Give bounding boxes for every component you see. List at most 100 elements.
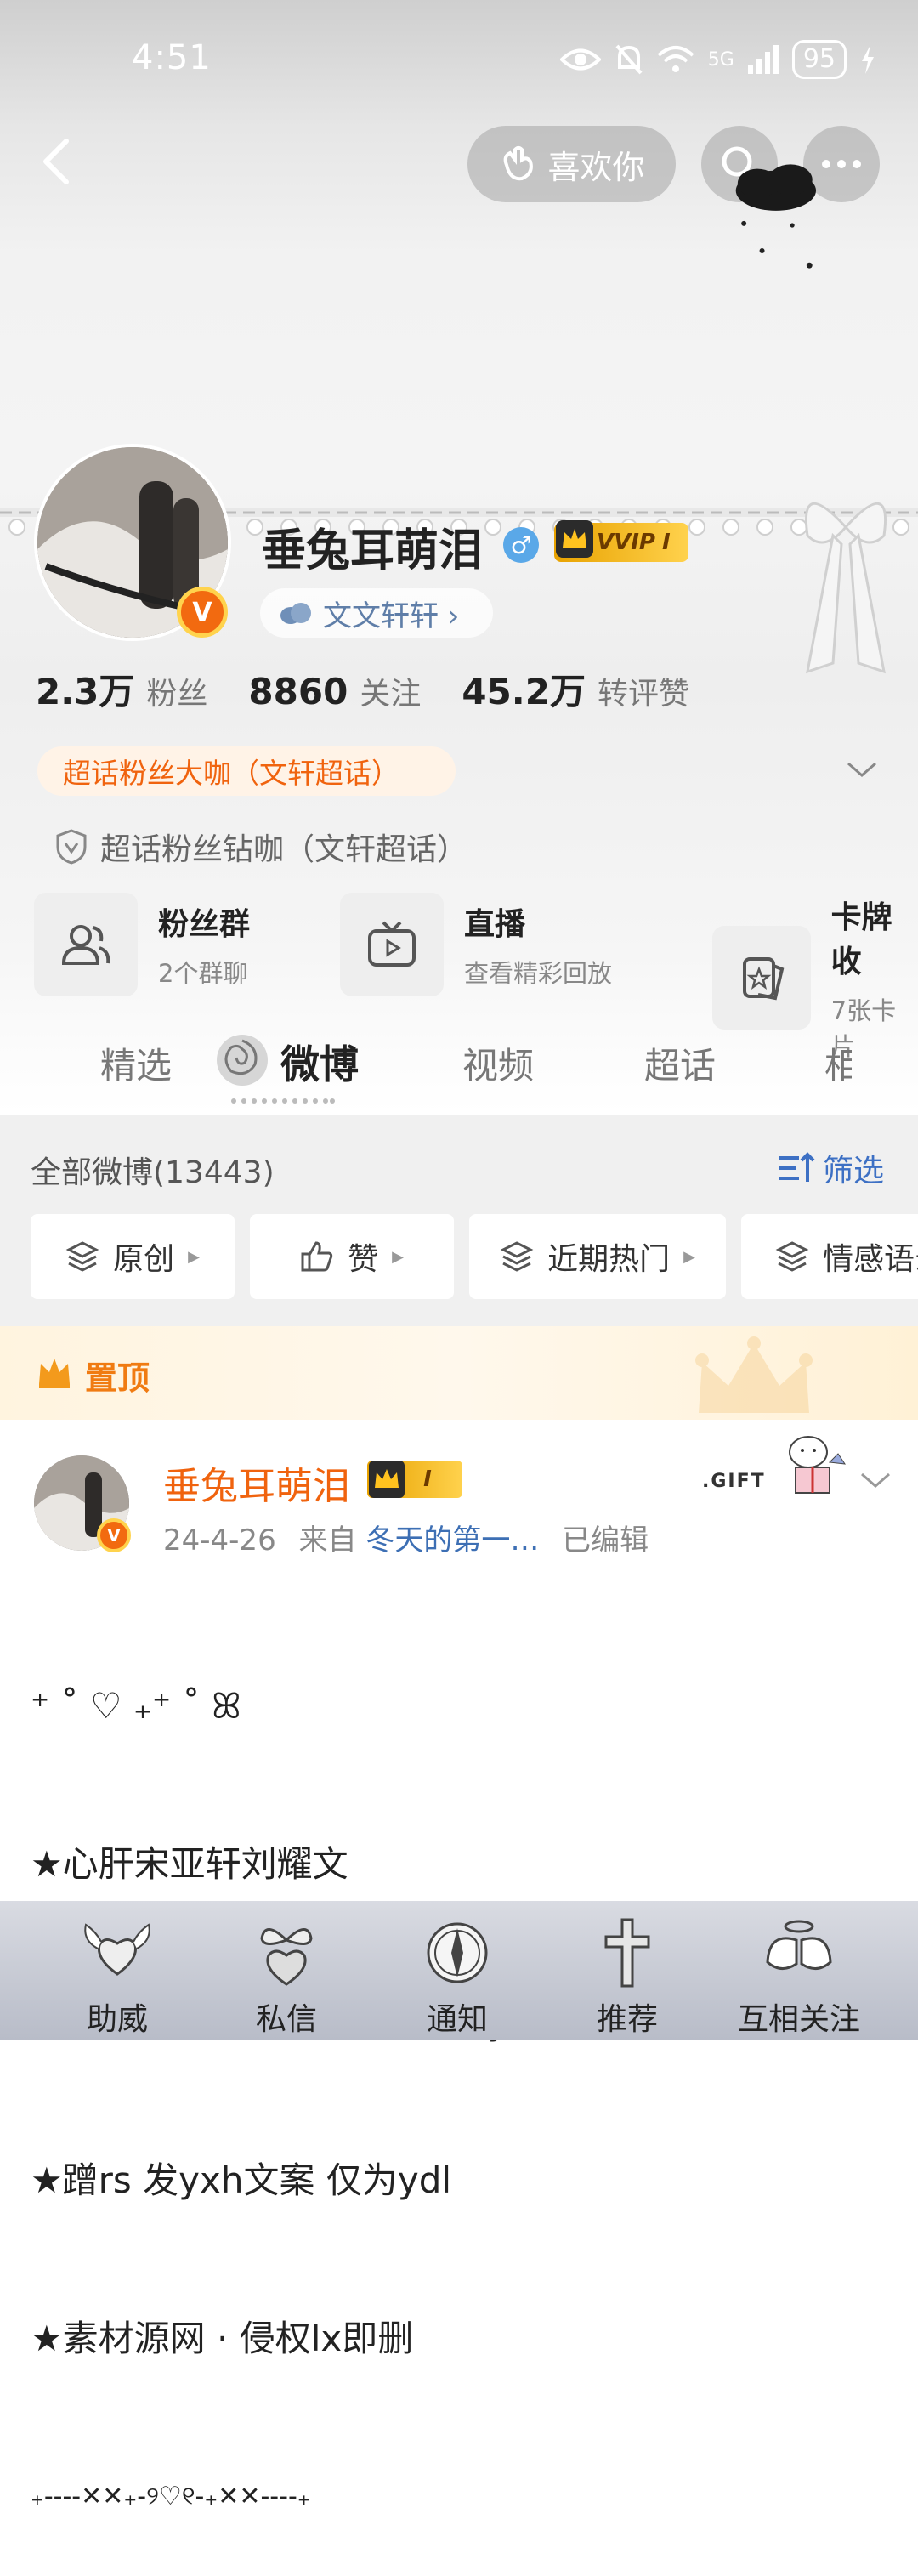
- feature-card-subtitle: 2个群聊: [158, 959, 248, 988]
- bow-heart-icon: [260, 1928, 313, 1986]
- layers-icon: [775, 1241, 809, 1272]
- layers-icon: [65, 1241, 99, 1272]
- nav-label: 私信: [255, 2002, 317, 2037]
- verified-badge: V: [177, 587, 228, 638]
- pinned-label: 置顶: [85, 1359, 150, 1397]
- stat-label: 粉丝: [146, 677, 208, 712]
- nav-messages[interactable]: 私信: [218, 1901, 354, 2040]
- post-meta: 24-4-26 来自 冬天的第一… 已编辑: [163, 1517, 649, 1558]
- tab-featured[interactable]: 精选: [100, 1037, 172, 1089]
- angel-wings-icon: [766, 1920, 832, 1970]
- cross-icon: [604, 1918, 650, 1988]
- status-time: 4:51: [132, 38, 212, 77]
- chip-arrow-icon: ▶: [392, 1247, 404, 1266]
- mute-bell-icon: [615, 44, 643, 75]
- post-source-link[interactable]: 冬天的第一…: [366, 1523, 539, 1558]
- tab-album[interactable]: 相: [824, 1037, 852, 1089]
- crown-icon: [39, 1359, 70, 1388]
- heart-wings-icon: [84, 1923, 150, 1976]
- supertopic-fan-tag[interactable]: 超话粉丝大咖（文轩超话）: [37, 746, 456, 796]
- like-you-button[interactable]: 喜欢你: [468, 126, 676, 202]
- filter-chip-liked[interactable]: 赞 ▶: [250, 1214, 454, 1299]
- profile-stats: 2.3万 粉丝 8860 关注 45.2万 转评赞: [36, 663, 730, 715]
- gift-decoration[interactable]: .GIFT: [702, 1428, 855, 1505]
- stat-following[interactable]: 8860 关注: [248, 669, 421, 713]
- filter-chip-label: 原创: [113, 1242, 175, 1277]
- post-source-prefix: 来自: [298, 1523, 357, 1558]
- nav-label: 推荐: [596, 2002, 658, 2037]
- filter-chip-trending[interactable]: 近期热门 ▶: [469, 1214, 726, 1299]
- feature-cards: 粉丝群 2个群聊 直播 查看精彩回放 卡牌收 7张卡片: [34, 893, 918, 1061]
- post-author-name[interactable]: 垂兔耳萌泪: [163, 1455, 350, 1510]
- chip-arrow-icon: ▶: [188, 1247, 200, 1266]
- post-date: 24-4-26: [163, 1523, 276, 1558]
- crown-watermark-icon: [695, 1336, 813, 1413]
- post-line: ★心肝宋亚轩刘耀文: [31, 1843, 348, 1885]
- gift-label: .GIFT: [702, 1471, 766, 1492]
- vvip-label: VVIP: [597, 530, 655, 555]
- battery-indicator: 95: [791, 40, 847, 79]
- profile-username: 垂兔耳萌泪: [262, 525, 484, 576]
- filter-chip-label: 情感语录: [823, 1242, 918, 1277]
- cloud-icon: [280, 603, 311, 624]
- feature-card-live[interactable]: 直播 查看精彩回放: [340, 893, 612, 996]
- stat-followers[interactable]: 2.3万 粉丝: [36, 663, 207, 715]
- nav-label: 助威: [86, 2002, 148, 2037]
- filter-button[interactable]: 筛选: [777, 1146, 884, 1190]
- post-line: ★素材源网 · 侵权lx即删: [31, 2318, 414, 2359]
- vvip-level: I: [661, 530, 671, 555]
- filter-chip-quotes[interactable]: 情感语录: [741, 1214, 918, 1299]
- fan-club-chip[interactable]: 文文轩轩 ›: [260, 588, 493, 638]
- chevron-down-icon[interactable]: [858, 1467, 892, 1493]
- fan-club-label: 文文轩轩 ›: [323, 599, 460, 633]
- stat-value: 45.2万: [462, 671, 586, 712]
- nav-mutual-follow[interactable]: 互相关注: [731, 1901, 867, 2040]
- people-icon: [34, 893, 138, 996]
- stat-likes[interactable]: 45.2万 转评赞: [462, 663, 689, 715]
- supertopic-diamond-label: 超话粉丝钻咖（文轩超话）: [100, 832, 468, 867]
- nav-recommend[interactable]: 推荐: [559, 1901, 695, 2040]
- post-line: ⁺ ˚ ♡ ₊⁺ ˚ ꕤ: [31, 1685, 241, 1727]
- profile-tabs: 精选 微博 视频 超话 相: [0, 1020, 918, 1114]
- feature-card-title: 卡牌收: [830, 900, 892, 979]
- status-icons: 5G 95: [559, 34, 876, 85]
- back-button[interactable]: [32, 136, 83, 187]
- chevron-down-icon[interactable]: [845, 757, 879, 782]
- card-icon: [712, 926, 811, 1030]
- shield-icon: [56, 829, 87, 865]
- compass-icon: [427, 1922, 488, 1983]
- feature-card-fan-group[interactable]: 粉丝群 2个群聊: [34, 893, 250, 996]
- feature-card-title: 粉丝群: [158, 907, 251, 942]
- rain-cloud-decoration: [735, 164, 816, 269]
- gender-male-icon: ♂: [503, 527, 539, 563]
- filter-chip-label: 近期热门: [547, 1242, 671, 1277]
- bunny-gift-icon: [789, 1436, 847, 1494]
- eye-icon: [559, 48, 601, 71]
- chip-arrow-icon: ▶: [683, 1247, 695, 1266]
- nav-label: 互相关注: [737, 2002, 860, 2037]
- post-line: ₊----✕✕₊-୨♡୧-₊✕✕----₊: [31, 2482, 311, 2511]
- stat-label: 关注: [360, 677, 422, 712]
- member-badge-level: I: [423, 1467, 432, 1492]
- supertopic-diamond-tag[interactable]: 超话粉丝钻咖（文轩超话）: [54, 825, 468, 869]
- tab-video[interactable]: 视频: [462, 1037, 534, 1089]
- thumbs-up-icon: [301, 1241, 333, 1272]
- filter-label: 筛选: [823, 1154, 885, 1189]
- stat-value: 8860: [248, 671, 348, 712]
- layers-icon: [500, 1241, 534, 1272]
- post-line: ★蹭rs 发yxh文案 仅为ydl: [31, 2159, 452, 2201]
- feature-card-title: 直播: [464, 907, 526, 942]
- feature-card-subtitle: 查看精彩回放: [464, 959, 613, 988]
- nav-notifications[interactable]: 通知: [389, 1901, 525, 2040]
- nav-cheer[interactable]: 助威: [49, 1901, 185, 2040]
- post-body: ⁺ ˚ ♡ ₊⁺ ˚ ꕤ ★心肝宋亚轩刘耀文 ★私人博 · 少管我 · 发言只为…: [31, 1575, 541, 2576]
- signal-icon: [747, 45, 779, 74]
- like-you-label: 喜欢你: [547, 148, 645, 186]
- filter-chip-label: 赞: [348, 1242, 379, 1277]
- tab-supertopic[interactable]: 超话: [644, 1037, 716, 1089]
- filter-chip-original[interactable]: 原创 ▶: [31, 1214, 235, 1299]
- crown-icon: [369, 1461, 405, 1498]
- rose-icon: [217, 1035, 268, 1086]
- tab-weibo[interactable]: 微博: [280, 1034, 359, 1090]
- stat-label: 转评赞: [597, 677, 689, 712]
